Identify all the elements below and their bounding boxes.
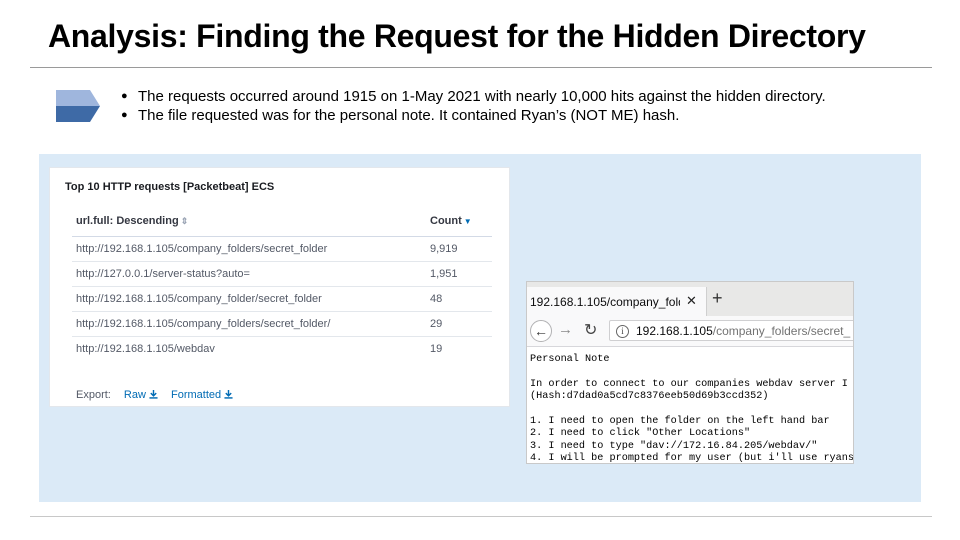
url-cell: http://192.168.1.105/webdav <box>76 343 215 355</box>
table-row: http://192.168.1.105/webdav 19 <box>72 337 492 362</box>
table-header-row: url.full: Descending ⇕ Count ▼ <box>72 214 492 237</box>
tab-close-icon[interactable]: ✕ <box>686 293 697 309</box>
export-formatted-link[interactable]: Formatted <box>171 389 233 401</box>
download-icon <box>149 390 158 399</box>
table-row: http://192.168.1.105/company_folder/secr… <box>72 286 492 312</box>
url-cell: http://127.0.0.1/server-status?auto= <box>72 261 426 287</box>
note-line: 1. I need to open the folder on the left… <box>530 416 830 428</box>
count-cell: 9,919 <box>426 236 492 262</box>
address-bar[interactable]: i 192.168.1.105/company_folders/secret_ <box>609 320 853 341</box>
note-line: Personal Note <box>530 354 610 365</box>
url-cell: http://192.168.1.105/company_folders/sec… <box>72 311 426 337</box>
sort-descending-icon[interactable]: ▼ <box>464 217 472 226</box>
browser-window: 192.168.1.105/company_folders/secret_fol… <box>526 281 854 464</box>
sort-icon[interactable]: ⇕ <box>181 216 189 226</box>
slide-title: Analysis: Finding the Request for the Hi… <box>48 18 866 54</box>
navigation-bar: ← → ↻ i 192.168.1.105/company_folders/se… <box>527 316 853 347</box>
note-line: 2. I need to click "Other Locations" <box>530 428 751 440</box>
url-host: 192.168.1.105 <box>636 324 713 338</box>
kibana-http-requests-panel: Top 10 HTTP requests [Packetbeat] ECS ur… <box>49 167 510 407</box>
download-icon <box>224 390 233 399</box>
table-row: http://127.0.0.1/server-status?auto= 1,95… <box>72 261 492 287</box>
http-requests-table: url.full: Descending ⇕ Count ▼ http://192.… <box>72 214 492 361</box>
url-cell: http://192.168.1.105/company_folder/secr… <box>72 286 426 312</box>
back-icon[interactable]: ← <box>530 320 552 342</box>
personal-note-content: Personal Note In order to connect to our… <box>530 354 854 464</box>
footer-divider <box>30 516 932 517</box>
title-divider <box>30 67 932 68</box>
reload-icon[interactable]: ↻ <box>584 320 597 340</box>
url-text: 192.168.1.105/company_folders/secret_ <box>636 324 850 338</box>
bullet-list: The requests occurred around 1915 on 1-M… <box>121 87 826 125</box>
count-cell: 19 <box>430 343 443 355</box>
export-raw-link[interactable]: Raw <box>124 389 158 401</box>
count-cell: 48 <box>426 286 492 312</box>
export-bar: Export: Raw Formatted <box>76 389 233 401</box>
note-line: 3. I need to type "dav://172.16.84.205/w… <box>530 440 818 452</box>
panel-title: Top 10 HTTP requests [Packetbeat] ECS <box>65 181 275 193</box>
tab-title: 192.168.1.105/company_folders/secret_fol… <box>530 295 680 309</box>
url-cell: http://192.168.1.105/company_folders/sec… <box>72 236 426 262</box>
note-line: 4. I will be prompted for my user (but i… <box>530 453 854 464</box>
new-tab-icon[interactable]: + <box>712 288 723 309</box>
export-label: Export: <box>76 389 111 401</box>
forward-icon[interactable]: → <box>558 321 573 338</box>
table-row: http://192.168.1.105/company_folders/sec… <box>72 311 492 337</box>
url-path: /company_folders/secret_ <box>712 324 851 338</box>
info-icon[interactable]: i <box>616 325 629 338</box>
table-row: http://192.168.1.105/company_folders/sec… <box>72 236 492 262</box>
bullet-item: The file requested was for the personal … <box>121 106 826 125</box>
arrow-icon <box>56 90 100 122</box>
count-column-header[interactable]: Count ▼ <box>426 214 492 237</box>
note-line: (Hash:d7dad0a5cd7c8376eeb50d69b3ccd352) <box>530 391 769 403</box>
note-line: In order to connect to our companies web… <box>530 378 848 390</box>
browser-tab[interactable]: 192.168.1.105/company_folders/secret_fol… <box>527 287 707 316</box>
count-cell: 1,951 <box>426 261 492 287</box>
url-column-header[interactable]: url.full: Descending ⇕ <box>72 214 426 237</box>
tab-bar: 192.168.1.105/company_folders/secret_fol… <box>527 282 853 316</box>
bullet-item: The requests occurred around 1915 on 1-M… <box>121 87 826 106</box>
count-cell: 29 <box>426 311 492 337</box>
